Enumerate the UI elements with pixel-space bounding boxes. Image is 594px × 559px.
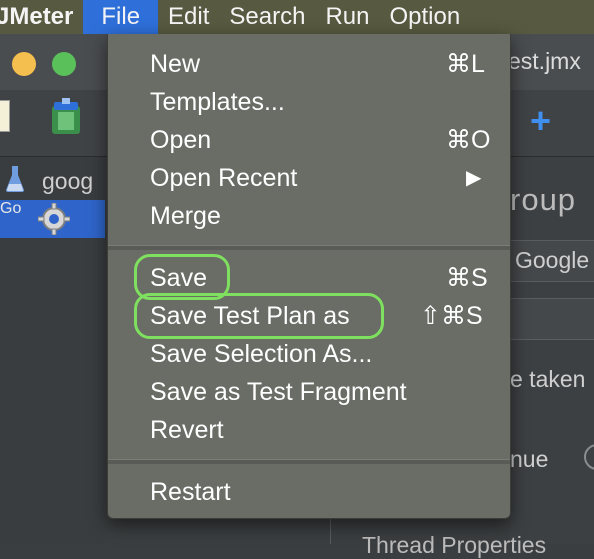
menu-item-templates[interactable]: Templates... bbox=[150, 87, 285, 117]
shortcut-save: ⌘S bbox=[446, 264, 488, 292]
panel-heading: roup bbox=[510, 182, 577, 217]
menu-item-new[interactable]: New bbox=[150, 49, 200, 79]
menu-search[interactable]: Search bbox=[219, 0, 315, 34]
menu-bar: JMeter File Edit Search Run Option bbox=[0, 0, 594, 34]
action-label: e taken bbox=[510, 366, 586, 392]
menu-options[interactable]: Option bbox=[379, 0, 470, 34]
menu-separator bbox=[108, 245, 510, 250]
menu-item-merge[interactable]: Merge bbox=[150, 201, 221, 231]
menu-file[interactable]: File bbox=[83, 0, 159, 34]
templates-icon[interactable] bbox=[48, 98, 84, 136]
gear-icon bbox=[38, 203, 70, 235]
submenu-arrow-icon: ▶ bbox=[466, 167, 482, 189]
menu-app-jmeter[interactable]: JMeter bbox=[0, 0, 83, 34]
comments-field[interactable] bbox=[510, 298, 594, 340]
minimize-button[interactable] bbox=[12, 52, 36, 76]
shortcut-open: ⌘O bbox=[446, 126, 491, 154]
menu-item-open-recent[interactable]: Open Recent bbox=[150, 163, 297, 193]
name-field-value: Google bbox=[515, 247, 590, 273]
add-icon[interactable]: + bbox=[530, 100, 551, 142]
tree-item-label: goog bbox=[42, 168, 94, 194]
menu-edit[interactable]: Edit bbox=[158, 0, 219, 34]
menu-item-save-selection-as[interactable]: Save Selection As... bbox=[150, 339, 372, 369]
menu-run[interactable]: Run bbox=[315, 0, 379, 34]
shortcut-new: ⌘L bbox=[446, 50, 485, 78]
tree-item-label: Go bbox=[0, 200, 22, 217]
window-title: est.jmx bbox=[508, 48, 581, 74]
zoom-button[interactable] bbox=[52, 52, 76, 76]
menu-item-restart[interactable]: Restart bbox=[150, 477, 231, 507]
thread-properties-label: Thread Properties bbox=[362, 532, 547, 558]
menu-item-revert[interactable]: Revert bbox=[150, 415, 224, 445]
menu-item-open[interactable]: Open bbox=[150, 125, 211, 155]
new-document-icon[interactable] bbox=[0, 100, 10, 132]
tree-item-test-plan[interactable]: goog bbox=[0, 162, 105, 198]
save-test-plan-as-highlight-outline bbox=[134, 293, 384, 339]
file-menu-dropdown: New ⌘L Templates... Open ⌘O Open Recent … bbox=[107, 34, 511, 519]
menu-separator bbox=[108, 459, 510, 464]
shortcut-save-test-plan-as: ⇧⌘S bbox=[420, 302, 483, 330]
menu-item-save-as-test-fragment[interactable]: Save as Test Fragment bbox=[150, 377, 407, 407]
continue-option-label: nue bbox=[510, 446, 549, 472]
